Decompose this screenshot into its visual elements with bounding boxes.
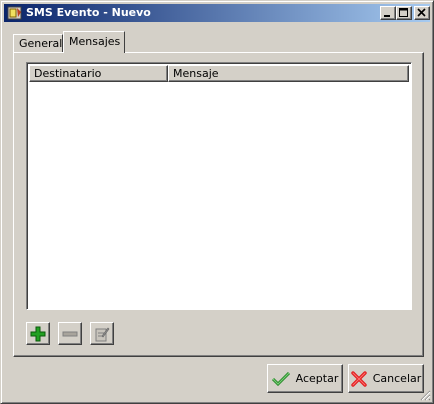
mensajes-panel: Destinatario Mensaje — [13, 52, 424, 357]
remove-button[interactable] — [58, 322, 82, 345]
edit-icon — [95, 327, 110, 342]
accept-label: Aceptar — [295, 372, 339, 385]
plus-icon — [30, 326, 46, 342]
minus-icon — [62, 331, 78, 337]
minimize-icon — [384, 15, 390, 17]
table-header: Destinatario Mensaje — [29, 65, 409, 82]
close-button[interactable] — [414, 6, 430, 20]
column-header-destinatario[interactable]: Destinatario — [29, 65, 168, 82]
app-icon[interactable] — [7, 5, 23, 21]
accept-button[interactable]: Aceptar — [267, 364, 343, 393]
minimize-button[interactable] — [380, 6, 396, 20]
checkmark-icon — [271, 371, 290, 386]
messages-table[interactable]: Destinatario Mensaje — [26, 62, 412, 310]
table-body[interactable] — [29, 82, 409, 307]
add-button[interactable] — [26, 322, 50, 345]
cancel-button[interactable]: Cancelar — [348, 364, 424, 393]
title-bar[interactable]: SMS Evento - Nuevo — [4, 4, 430, 22]
edit-button[interactable] — [90, 322, 114, 345]
dialog-window: SMS Evento - Nuevo General Mensajes Dest… — [0, 0, 434, 404]
resize-grip-icon[interactable] — [419, 389, 431, 401]
cancel-label: Cancelar — [372, 372, 422, 385]
maximize-button[interactable] — [396, 6, 412, 20]
close-icon — [417, 8, 426, 17]
tab-general[interactable]: General — [13, 34, 63, 52]
maximize-icon — [399, 8, 408, 17]
cancel-x-icon — [351, 370, 367, 387]
column-header-mensaje[interactable]: Mensaje — [168, 65, 409, 82]
tab-mensajes[interactable]: Mensajes — [63, 31, 125, 53]
window-title: SMS Evento - Nuevo — [26, 6, 151, 19]
